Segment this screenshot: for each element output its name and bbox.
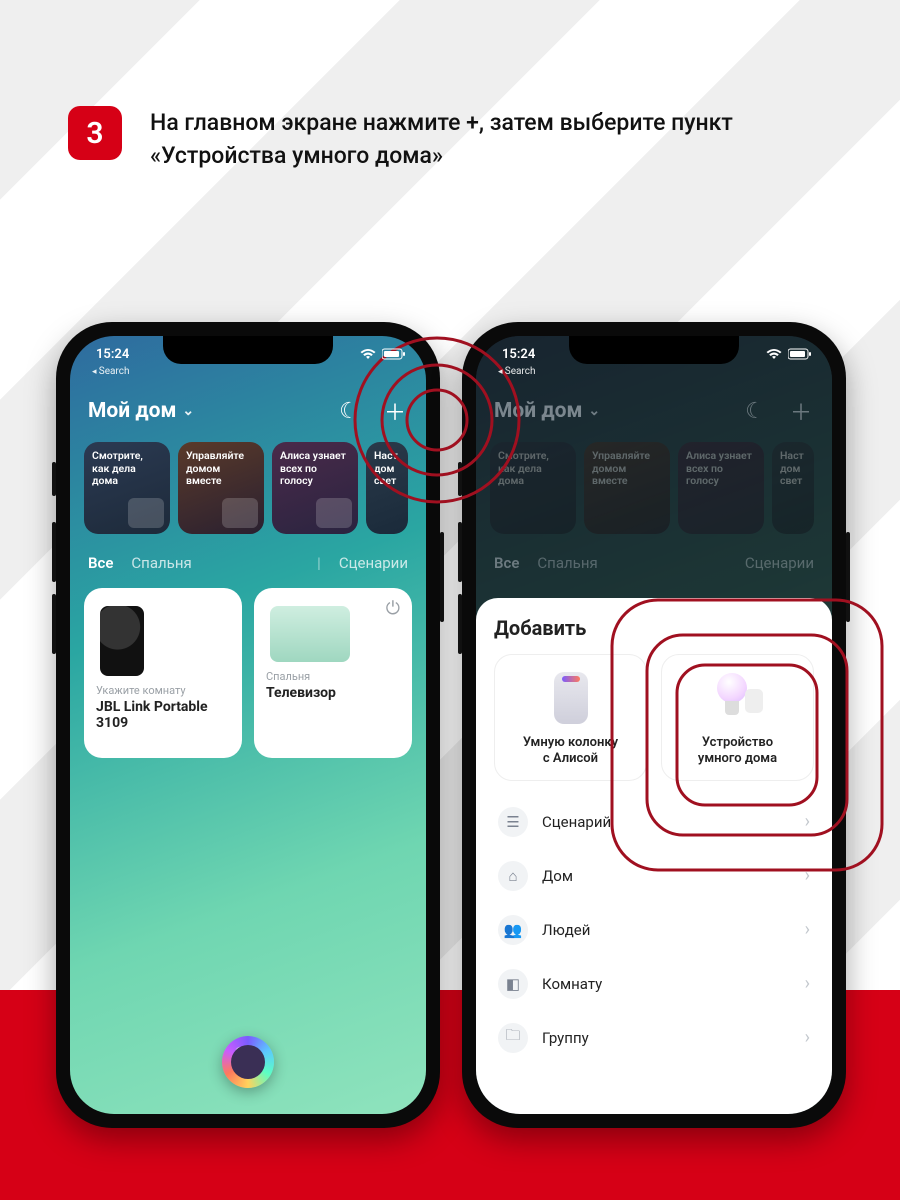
home-icon: ⌂ (498, 861, 528, 891)
add-smart-speaker-card[interactable]: Умную колонку с Алисой (494, 654, 647, 781)
wifi-icon (766, 348, 782, 360)
chevron-right-icon: › (805, 1027, 810, 1048)
promo-carousel[interactable]: Смотрите, как дела дома Управляйте домом… (84, 442, 426, 534)
battery-icon (788, 348, 812, 360)
step-text: На главном экране нажмите +, затем выбер… (150, 106, 820, 173)
phone-notch (163, 336, 333, 364)
phone-mockup-home: 15:24 Search Мой дом ⌄ ☾ ＋ Смотрите, к (56, 322, 440, 1128)
tab-all[interactable]: Все (88, 554, 113, 572)
group-icon: 🗀 (498, 1023, 528, 1053)
battery-icon (382, 348, 406, 360)
phone-mockup-add-sheet: 15:24 Search Мой дом⌄ ☾＋ Смотрите, как д… (462, 322, 846, 1128)
alisa-voice-button[interactable] (222, 1036, 274, 1088)
chevron-down-icon: ⌄ (182, 403, 194, 419)
tab-scenarios[interactable]: Сценарии (339, 554, 408, 572)
add-home-item[interactable]: ⌂ Дом › (494, 849, 814, 903)
room-tabs: Все Спальня | Сценарии (88, 554, 408, 572)
status-time: 15:24 (96, 347, 129, 362)
room-icon: ◧ (498, 969, 528, 999)
night-mode-icon[interactable]: ☾ (336, 398, 362, 424)
add-room-item[interactable]: ◧ Комнату › (494, 957, 814, 1011)
step-number-badge: 3 (68, 106, 122, 160)
add-group-item[interactable]: 🗀 Группу › (494, 1011, 814, 1065)
home-title-dropdown[interactable]: Мой дом ⌄ (88, 399, 194, 423)
add-smart-device-card[interactable]: Устройство умного дома (661, 654, 814, 781)
tv-image (270, 606, 350, 662)
wifi-icon (360, 348, 376, 360)
phone-notch (569, 336, 739, 364)
speaker-image (100, 606, 144, 676)
smart-bulb-icon (713, 671, 763, 725)
speaker-icon (554, 672, 588, 724)
promo-card[interactable]: Смотрите, как дела дома (84, 442, 170, 534)
people-icon: 👥 (498, 915, 528, 945)
add-scenario-item[interactable]: ☰ Сценарий › (494, 795, 814, 849)
chevron-right-icon: › (805, 811, 810, 832)
back-to-search-crumb[interactable]: Search (92, 366, 129, 377)
power-icon[interactable]: ⏻ (386, 598, 400, 619)
add-button[interactable]: ＋ (382, 398, 408, 424)
tab-bedroom[interactable]: Спальня (131, 554, 191, 572)
add-bottom-sheet: Добавить Умную колонку с Алисой Устройст… (476, 598, 832, 1114)
chevron-right-icon: › (805, 919, 810, 940)
scenario-icon: ☰ (498, 807, 528, 837)
sheet-title: Добавить (494, 616, 814, 640)
device-room: Спальня (266, 670, 400, 683)
add-people-item[interactable]: 👥 Людей › (494, 903, 814, 957)
home-title: Мой дом (88, 399, 176, 423)
status-time: 15:24 (502, 347, 535, 362)
chevron-right-icon: › (805, 973, 810, 994)
device-name: Телевизор (266, 685, 400, 701)
promo-card[interactable]: Алиса узнает всех по голосу (272, 442, 358, 534)
device-card-speaker[interactable]: Укажите комнату JBL Link Portable 3109 (84, 588, 242, 758)
device-card-tv[interactable]: ⏻ Спальня Телевизор (254, 588, 412, 758)
chevron-right-icon: › (805, 865, 810, 886)
instruction-step: 3 На главном экране нажмите +, затем выб… (68, 106, 820, 173)
back-to-search-crumb[interactable]: Search (498, 366, 535, 377)
promo-card[interactable]: Управляйте домом вместе (178, 442, 264, 534)
device-room-hint: Укажите комнату (96, 684, 230, 697)
device-name: JBL Link Portable 3109 (96, 699, 230, 731)
promo-card[interactable]: Наст дом свет (366, 442, 408, 534)
